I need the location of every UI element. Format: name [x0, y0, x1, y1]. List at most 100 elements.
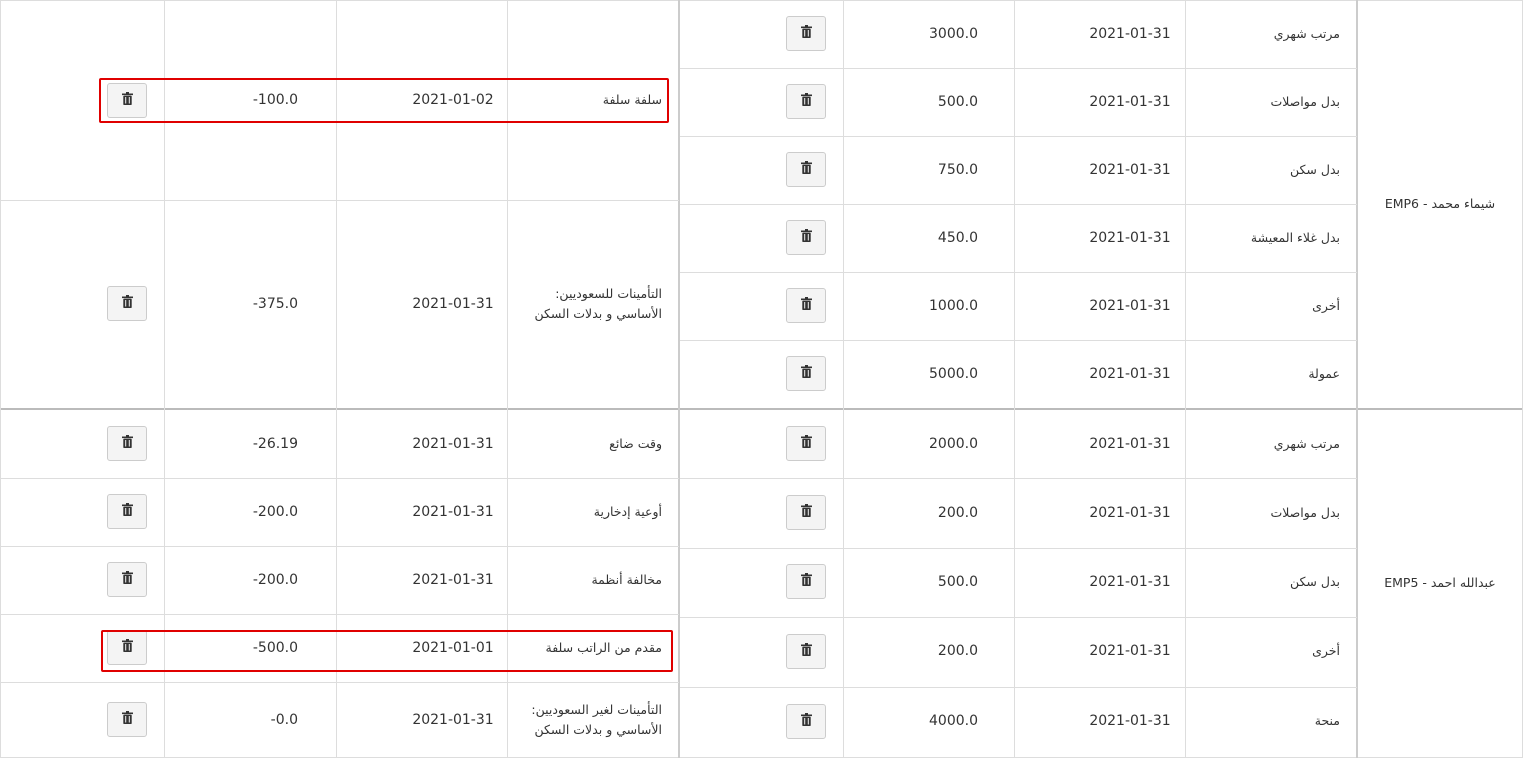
row-divider — [680, 548, 1357, 549]
earning-amount: 200.0 — [937, 643, 978, 659]
row-divider — [680, 136, 1357, 137]
earning-name: مرتب شهري — [1273, 436, 1340, 451]
group-divider — [0, 408, 1523, 410]
employee-label: EMP6 - شيماء محمد — [1384, 196, 1496, 211]
earning-amount: 450.0 — [937, 230, 978, 246]
trash-icon — [800, 25, 812, 42]
row-divider — [680, 68, 1357, 69]
delete-button[interactable] — [107, 494, 147, 529]
deduction-amount: -375.0 — [252, 296, 298, 312]
earning-date: 2021-01-31 — [1089, 574, 1171, 590]
trash-icon — [800, 161, 812, 178]
trash-icon — [800, 713, 812, 730]
earning-name: منحة — [1314, 713, 1340, 728]
earning-name: بدل مواصلات — [1270, 94, 1340, 109]
trash-icon — [800, 643, 812, 660]
earning-date: 2021-01-31 — [1089, 643, 1171, 659]
earning-amount: 3000.0 — [929, 26, 978, 42]
row-divider — [680, 617, 1357, 618]
earning-date: 2021-01-31 — [1089, 230, 1171, 246]
deduction-name: أوعية إدخارية — [593, 504, 662, 519]
row-divider — [0, 478, 679, 479]
earning-name: بدل سكن — [1290, 574, 1340, 589]
earning-date: 2021-01-31 — [1089, 505, 1171, 521]
trash-icon — [121, 711, 133, 728]
row-divider — [0, 682, 679, 683]
col-divider — [1014, 0, 1015, 758]
trash-icon — [800, 297, 812, 314]
delete-button[interactable] — [786, 84, 826, 119]
delete-button[interactable] — [107, 562, 147, 597]
delete-button[interactable] — [786, 356, 826, 391]
col-divider — [0, 0, 1, 758]
col-divider — [678, 0, 680, 758]
earning-name: بدل سكن — [1290, 162, 1340, 177]
earning-amount: 500.0 — [937, 94, 978, 110]
delete-button[interactable] — [786, 704, 826, 739]
earning-date: 2021-01-31 — [1089, 436, 1171, 452]
earning-amount: 500.0 — [937, 574, 978, 590]
row-divider — [0, 546, 679, 547]
deduction-date: 2021-01-31 — [412, 712, 494, 728]
earning-date: 2021-01-31 — [1089, 162, 1171, 178]
trash-icon — [800, 365, 812, 382]
trash-icon — [121, 571, 133, 588]
deduction-date: 2021-01-31 — [412, 572, 494, 588]
earning-amount: 2000.0 — [929, 436, 978, 452]
delete-button[interactable] — [786, 152, 826, 187]
deduction-date: 2021-01-31 — [412, 296, 494, 312]
trash-icon — [800, 573, 812, 590]
table-border-top — [0, 0, 1523, 1]
earning-date: 2021-01-31 — [1089, 713, 1171, 729]
earning-name: أخرى — [1312, 298, 1340, 313]
payroll-entries-table: EMP6 - شيماء محمد EMP5 - عبدالله احمد مر… — [0, 0, 1523, 758]
deduction-date: 2021-01-31 — [412, 504, 494, 520]
deduction-name: وقت ضائع — [609, 436, 662, 451]
delete-button[interactable] — [786, 495, 826, 530]
earning-amount: 5000.0 — [929, 366, 978, 382]
trash-icon — [800, 229, 812, 246]
trash-icon — [800, 93, 812, 110]
row-divider — [680, 272, 1357, 273]
highlight-box — [99, 78, 669, 123]
deduction-amount: -200.0 — [252, 572, 298, 588]
earning-name: أخرى — [1312, 643, 1340, 658]
delete-button[interactable] — [786, 16, 826, 51]
col-divider — [843, 0, 844, 758]
deduction-name: مخالفة أنظمة — [591, 572, 662, 587]
delete-button[interactable] — [786, 220, 826, 255]
earning-name: بدل مواصلات — [1270, 505, 1340, 520]
row-divider — [0, 614, 679, 615]
earning-amount: 750.0 — [937, 162, 978, 178]
earning-date: 2021-01-31 — [1089, 94, 1171, 110]
trash-icon — [800, 435, 812, 452]
delete-button[interactable] — [786, 564, 826, 599]
row-divider — [680, 340, 1357, 341]
deduction-amount: -26.19 — [252, 436, 298, 452]
trash-icon — [121, 503, 133, 520]
delete-button[interactable] — [786, 288, 826, 323]
row-divider — [680, 204, 1357, 205]
employee-label: EMP5 - عبدالله احمد — [1384, 575, 1496, 590]
earning-name: عمولة — [1308, 366, 1340, 381]
deduction-amount: -0.0 — [270, 712, 298, 728]
delete-button[interactable] — [107, 286, 147, 321]
trash-icon — [800, 504, 812, 521]
highlight-box — [101, 630, 673, 672]
delete-button[interactable] — [107, 702, 147, 737]
row-divider — [0, 200, 679, 201]
row-divider — [680, 478, 1357, 479]
earning-amount: 200.0 — [937, 505, 978, 521]
earning-date: 2021-01-31 — [1089, 298, 1171, 314]
delete-button[interactable] — [786, 634, 826, 669]
earning-amount: 4000.0 — [929, 713, 978, 729]
delete-button[interactable] — [107, 426, 147, 461]
earning-date: 2021-01-31 — [1089, 366, 1171, 382]
earning-date: 2021-01-31 — [1089, 26, 1171, 42]
earning-name: مرتب شهري — [1273, 26, 1340, 41]
delete-button[interactable] — [786, 426, 826, 461]
row-divider — [680, 687, 1357, 688]
deduction-amount: -200.0 — [252, 504, 298, 520]
earning-amount: 1000.0 — [929, 298, 978, 314]
trash-icon — [121, 435, 133, 452]
